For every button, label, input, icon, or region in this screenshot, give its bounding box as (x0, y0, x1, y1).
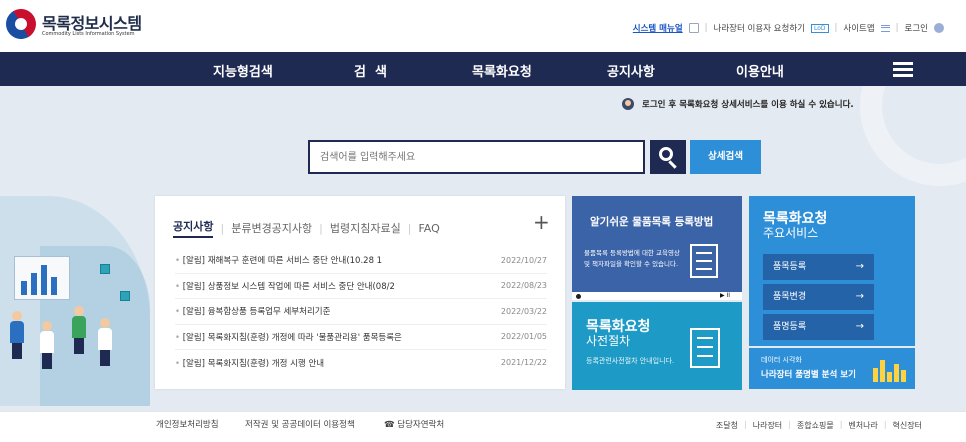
user-icon (934, 23, 944, 33)
person-illustration (98, 318, 112, 366)
manual-icon (688, 23, 699, 33)
search-button[interactable] (650, 140, 686, 174)
copyright-link[interactable]: 저작권 및 공공데이터 이용정책 (245, 418, 355, 430)
advanced-search-button[interactable]: 상세검색 (690, 140, 761, 174)
person-illustration (40, 321, 54, 369)
login-notice: 로그인 후 목록화요청 상세서비스를 이용 하실 수 있습니다. (622, 98, 854, 110)
main-nav: 지능형검색 검 색 목록화요청 공지사항 이용안내 (0, 52, 966, 86)
search-input[interactable] (308, 140, 645, 174)
decorative-circle (860, 86, 966, 186)
chart-board-illustration (14, 256, 70, 300)
lod-icon: LoD (810, 23, 829, 33)
play-pause-icon[interactable]: ▶ II (720, 292, 730, 299)
notice-list: [알림] 재해복구 훈련에 따른 서비스 중단 안내(10.28 1 2022/… (175, 248, 547, 376)
footer-link[interactable]: 종합쇼핑몰 (797, 420, 834, 431)
tab-classification-notices[interactable]: 분류변경공지사항 (231, 220, 312, 236)
utility-links: 시스템 매뉴얼 | 나라장터 이용자 요청하기 LoD | 사이트맵 | 로그인 (633, 22, 944, 34)
person-illustration (72, 306, 86, 354)
login-notice-text: 로그인 후 목록화요청 상세서비스를 이용 하실 수 있습니다. (642, 100, 854, 110)
tab-faq[interactable]: FAQ (418, 222, 439, 235)
arrow-right-icon: → (855, 261, 864, 272)
guide-card-desc: 물품목록 등록방법에 대한 교육영상 및 책자파일을 확인할 수 있습니다. (584, 249, 680, 268)
footer-link[interactable]: 조달청 (716, 420, 738, 431)
nav-usage-guide[interactable]: 이용안내 (736, 61, 784, 80)
notice-date: 2022/08/23 (500, 281, 547, 291)
nav-search[interactable]: 검 색 (354, 61, 387, 80)
list-item[interactable]: [알림] 목록화지침(훈령) 개정 시행 안내 2021/12/22 (175, 350, 547, 376)
pre-procedure-card[interactable]: 목록화요청 사전절차 등록관련사전절차 안내입니다. (572, 302, 742, 390)
list-item[interactable]: [알림] 재해복구 훈련에 따른 서비스 중단 안내(10.28 1 2022/… (175, 248, 547, 274)
system-manual-link[interactable]: 시스템 매뉴얼 (633, 22, 683, 34)
service-item-register[interactable]: 품목등록 → (763, 254, 874, 280)
tab-notices[interactable]: 공지사항 (173, 218, 214, 238)
analysis-title: 나라장터 품명별 분석 보기 (761, 370, 856, 380)
notice-title[interactable]: [알림] 재해복구 훈련에 따른 서비스 중단 안내(10.28 1 (175, 254, 475, 266)
notice-title[interactable]: [알림] 융복합상품 등록업무 세부처리기준 (175, 305, 475, 317)
notice-date: 2022/01/05 (500, 332, 547, 342)
nav-listing-request[interactable]: 목록화요청 (472, 61, 532, 80)
main-services-card: 목록화요청 주요서비스 품목등록 → 품목변경 → 품명등록 → (749, 196, 915, 346)
login-link[interactable]: 로그인 (905, 22, 928, 34)
footer-link[interactable]: 혁신장터 (893, 420, 922, 431)
progress-handle[interactable] (576, 294, 581, 299)
notice-tabs: 공지사항 | 분류변경공지사항 | 법령지침자료실 | FAQ (173, 218, 440, 238)
video-progress-bar[interactable] (572, 292, 742, 300)
notice-date: 2022/03/22 (500, 306, 547, 316)
notice-date: 2022/10/27 (500, 255, 547, 265)
header: 목록정보시스템 Commodity Lists Information Syst… (0, 0, 966, 52)
tab-law-guidelines[interactable]: 법령지침자료실 (330, 220, 401, 236)
list-item[interactable]: [알림] 상품정보 시스템 작업에 따른 서비스 중단 안내(08/2 2022… (175, 274, 547, 299)
avatar-icon (622, 98, 634, 110)
service-item-change[interactable]: 품목변경 → (763, 284, 874, 310)
logo-icon[interactable] (0, 3, 42, 45)
box-illustration (100, 264, 110, 274)
services-title-2: 주요서비스 (763, 226, 819, 240)
arrow-right-icon: → (855, 291, 864, 302)
nav-notices[interactable]: 공지사항 (607, 61, 655, 80)
privacy-policy-link[interactable]: 개인정보처리방침 (156, 418, 219, 430)
list-item[interactable]: [알림] 융복합상품 등록업무 세부처리기준 2022/03/22 (175, 299, 547, 325)
footer-link[interactable]: 나라장터 (753, 420, 782, 431)
notice-date: 2021/12/22 (500, 358, 547, 368)
service-item-name-register[interactable]: 품명등록 → (763, 314, 874, 340)
analysis-small-label: 데이터 시각화 (761, 356, 802, 364)
family-site-links: 조달청 | 나라장터 | 종합쇼핑몰 | 벤처나라 | 혁신장터 (715, 420, 922, 431)
analysis-card[interactable]: 데이터 시각화 나라장터 품명별 분석 보기 (749, 348, 915, 389)
notice-panel: 공지사항 | 분류변경공지사항 | 법령지침자료실 | FAQ + [알림] 재… (155, 196, 565, 389)
request-link[interactable]: 나라장터 이용자 요청하기 (714, 22, 805, 34)
notice-title[interactable]: [알림] 상품정보 시스템 작업에 따른 서비스 중단 안내(08/2 (175, 280, 475, 292)
bar-chart-icon (873, 356, 909, 382)
footer: 개인정보처리방침 저작권 및 공공데이터 이용정책 ☎ 담당자연락처 조달청 | … (0, 411, 966, 442)
menu-icon[interactable] (893, 62, 913, 77)
notice-title[interactable]: [알림] 목록화지침(훈령) 개정 시행 안내 (175, 357, 475, 369)
nav-intelligent-search[interactable]: 지능형검색 (213, 61, 273, 80)
arrow-right-icon: → (855, 321, 864, 332)
footer-link[interactable]: 벤처나라 (848, 420, 877, 431)
box-illustration (120, 291, 130, 301)
more-plus-icon[interactable]: + (533, 210, 550, 234)
document-icon (690, 244, 718, 278)
contact-link[interactable]: ☎ 담당자연락처 (384, 418, 444, 430)
guide-card-title: 알기쉬운 물품목록 등록방법 (590, 216, 714, 228)
sitemap-icon (880, 24, 890, 32)
person-illustration (10, 311, 24, 359)
registration-guide-card[interactable]: 알기쉬운 물품목록 등록방법 물품목록 등록방법에 대한 교육영상 및 책자파일… (572, 196, 742, 300)
precheck-title-2: 사전절차 (586, 334, 631, 348)
notice-title[interactable]: [알림] 목록화지침(훈령) 개정에 따라 '물품관리용' 품목등록은 (175, 331, 475, 343)
precheck-desc: 등록관련사전절차 안내입니다. (586, 357, 675, 365)
search-icon (659, 147, 673, 161)
checklist-icon (690, 328, 720, 368)
sitemap-link[interactable]: 사이트맵 (843, 22, 874, 34)
site-subtitle: Commodity Lists Information System (42, 31, 135, 37)
hero-section: 로그인 후 목록화요청 상세서비스를 이용 하실 수 있습니다. 상세검색 공지… (0, 86, 966, 411)
list-item[interactable]: [알림] 목록화지침(훈령) 개정에 따라 '물품관리용' 품목등록은 2022… (175, 325, 547, 350)
